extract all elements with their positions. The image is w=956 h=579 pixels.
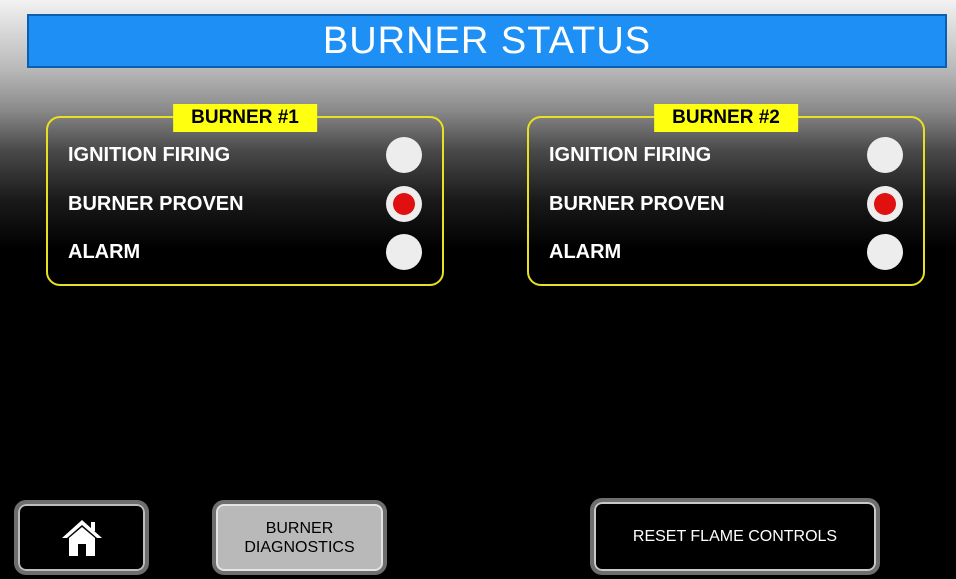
burner-2-ignition-row: IGNITION FIRING: [549, 136, 903, 174]
alarm-label: ALARM: [68, 240, 141, 263]
alarm-indicator: [867, 234, 903, 270]
burner-proven-indicator: [386, 186, 422, 222]
burner-1-panel: BURNER #1 IGNITION FIRING BURNER PROVEN …: [46, 104, 444, 286]
burner-proven-label: BURNER PROVEN: [68, 192, 244, 215]
hmi-screen: BURNER STATUS BURNER #1 IGNITION FIRING …: [0, 0, 956, 579]
burner-1-ignition-row: IGNITION FIRING: [68, 136, 422, 174]
home-icon: [61, 519, 102, 556]
burner-2-panel: BURNER #2 IGNITION FIRING BURNER PROVEN …: [527, 104, 925, 286]
page-title: BURNER STATUS: [322, 19, 652, 62]
burner-1-proven-row: BURNER PROVEN: [68, 185, 422, 223]
ignition-firing-indicator: [386, 137, 422, 173]
title-bar: BURNER STATUS: [27, 14, 947, 68]
reset-flame-controls-label: RESET FLAME CONTROLS: [632, 527, 838, 545]
burner-2-alarm-row: ALARM: [549, 233, 903, 271]
burner-diagnostics-label: BURNER DIAGNOSTICS: [244, 519, 354, 557]
diagnostics-line-1: BURNER: [265, 519, 334, 537]
home-button[interactable]: [14, 500, 149, 575]
burner-2-label: BURNER #2: [654, 104, 798, 132]
alarm-label: ALARM: [549, 240, 622, 263]
burner-proven-label: BURNER PROVEN: [549, 192, 725, 215]
burner-diagnostics-button[interactable]: BURNER DIAGNOSTICS: [212, 500, 387, 575]
burner-1-label: BURNER #1: [173, 104, 317, 132]
alarm-indicator: [386, 234, 422, 270]
diagnostics-line-2: DIAGNOSTICS: [244, 538, 355, 556]
ignition-firing-label: IGNITION FIRING: [549, 143, 712, 166]
ignition-firing-label: IGNITION FIRING: [68, 143, 231, 166]
ignition-firing-indicator: [867, 137, 903, 173]
burner-proven-indicator: [867, 186, 903, 222]
burner-2-proven-row: BURNER PROVEN: [549, 185, 903, 223]
burner-1-alarm-row: ALARM: [68, 233, 422, 271]
reset-flame-controls-button[interactable]: RESET FLAME CONTROLS: [590, 498, 880, 575]
